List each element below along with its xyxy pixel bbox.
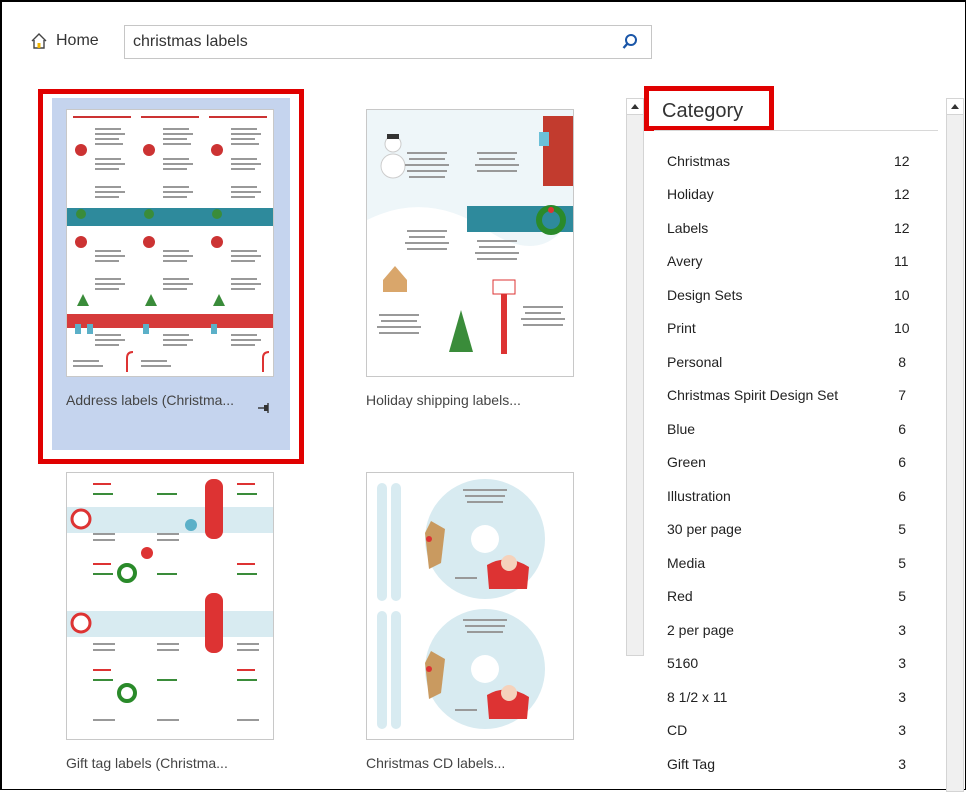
template-thumbnail-holiday-shipping[interactable] xyxy=(366,109,574,377)
category-label: CD xyxy=(667,722,688,739)
category-count: 12 xyxy=(894,219,910,236)
category-item[interactable]: Labels 12 xyxy=(654,211,930,245)
category-label: Christmas xyxy=(667,152,731,169)
category-count: 3 xyxy=(898,688,906,705)
category-count: 5 xyxy=(898,588,906,605)
category-count: 3 xyxy=(898,722,906,739)
search-input[interactable] xyxy=(133,30,613,54)
chevron-up-icon xyxy=(951,104,959,109)
category-item[interactable]: Holiday 12 xyxy=(654,178,930,212)
category-item[interactable]: Print 10 xyxy=(654,312,930,346)
category-label: Gift Tag xyxy=(667,755,715,772)
category-count: 12 xyxy=(894,152,910,169)
category-count: 10 xyxy=(894,320,910,337)
template-title[interactable]: Gift tag labels (Christma... xyxy=(66,755,228,771)
category-label: Design Sets xyxy=(667,286,743,303)
home-icon xyxy=(31,33,47,49)
category-item[interactable]: 30 per page 5 xyxy=(654,513,930,547)
category-count: 10 xyxy=(894,286,910,303)
category-list: Christmas 12 Holiday 12 Labels 12 Avery 11 D… xyxy=(654,144,930,781)
category-item[interactable]: Media 5 xyxy=(654,546,930,580)
category-heading: Category xyxy=(662,100,744,122)
template-thumbnail-address-labels[interactable] xyxy=(66,109,274,377)
category-count: 11 xyxy=(894,253,909,270)
top-bar: Home xyxy=(0,0,968,62)
cd-labels-preview xyxy=(377,479,545,729)
category-count: 5 xyxy=(898,521,906,538)
category-item[interactable]: Red 5 xyxy=(654,580,930,614)
address-labels-preview xyxy=(67,116,273,372)
template-thumbnail-christmas-cd-labels[interactable] xyxy=(366,472,574,740)
category-count: 3 xyxy=(898,755,906,772)
category-item[interactable]: 2 per page 3 xyxy=(654,613,930,647)
home-button[interactable]: Home xyxy=(30,32,99,50)
category-item[interactable]: Illustration 6 xyxy=(654,479,930,513)
category-count: 12 xyxy=(894,186,910,203)
category-count: 8 xyxy=(898,353,906,370)
category-count: 3 xyxy=(898,621,906,638)
category-item[interactable]: Christmas Spirit Design Set 7 xyxy=(654,379,930,413)
template-thumbnail-gift-tag-labels[interactable] xyxy=(66,472,274,740)
chevron-up-icon xyxy=(631,104,639,109)
template-title[interactable]: Address labels (Christma... xyxy=(66,392,234,408)
category-item[interactable]: Green 6 xyxy=(654,446,930,480)
scroll-up-arrow[interactable] xyxy=(627,99,643,115)
pin-icon[interactable] xyxy=(257,401,271,415)
category-item[interactable]: 8 1/2 x 11 3 xyxy=(654,680,930,714)
category-label: Labels xyxy=(667,219,709,236)
category-label: Avery xyxy=(667,253,703,270)
category-item[interactable]: Blue 6 xyxy=(654,412,930,446)
category-label: Blue xyxy=(667,420,696,437)
category-label: Personal xyxy=(667,353,723,370)
category-count: 7 xyxy=(898,387,906,404)
category-count: 6 xyxy=(898,420,906,437)
category-label: Green xyxy=(667,454,706,471)
category-label: Holiday xyxy=(667,186,714,203)
category-count: 5 xyxy=(898,554,906,571)
category-count: 6 xyxy=(898,454,906,471)
search-box[interactable] xyxy=(124,25,652,59)
template-title[interactable]: Christmas CD labels... xyxy=(366,755,505,771)
gallery-scrollbar[interactable] xyxy=(626,98,644,656)
category-item[interactable]: CD 3 xyxy=(654,714,930,748)
category-label: 8 1/2 x 11 xyxy=(667,688,728,705)
category-label: 2 per page xyxy=(667,621,734,638)
scroll-up-arrow[interactable] xyxy=(947,99,963,115)
category-count: 3 xyxy=(898,655,906,672)
category-divider xyxy=(654,130,938,131)
search-icon[interactable] xyxy=(621,33,639,51)
gift-tag-preview xyxy=(67,479,273,721)
home-label: Home xyxy=(56,32,99,49)
category-label: Christmas Spirit Design Set xyxy=(667,387,839,404)
category-count: 6 xyxy=(898,487,906,504)
category-label: 5160 xyxy=(667,655,699,672)
category-label: Illustration xyxy=(667,487,731,504)
category-item[interactable]: Christmas 12 xyxy=(654,144,930,178)
category-scrollbar[interactable] xyxy=(946,98,964,792)
category-item[interactable]: Gift Tag 3 xyxy=(654,747,930,781)
holiday-shipping-preview xyxy=(367,110,573,376)
category-item[interactable]: 5160 3 xyxy=(654,647,930,681)
category-item[interactable]: Personal 8 xyxy=(654,345,930,379)
category-label: Media xyxy=(667,554,706,571)
category-item[interactable]: Design Sets 10 xyxy=(654,278,930,312)
category-label: Red xyxy=(667,588,693,605)
category-label: 30 per page xyxy=(667,521,742,538)
category-label: Print xyxy=(667,320,696,337)
template-title[interactable]: Holiday shipping labels... xyxy=(366,392,521,408)
category-item[interactable]: Avery 11 xyxy=(654,245,930,279)
